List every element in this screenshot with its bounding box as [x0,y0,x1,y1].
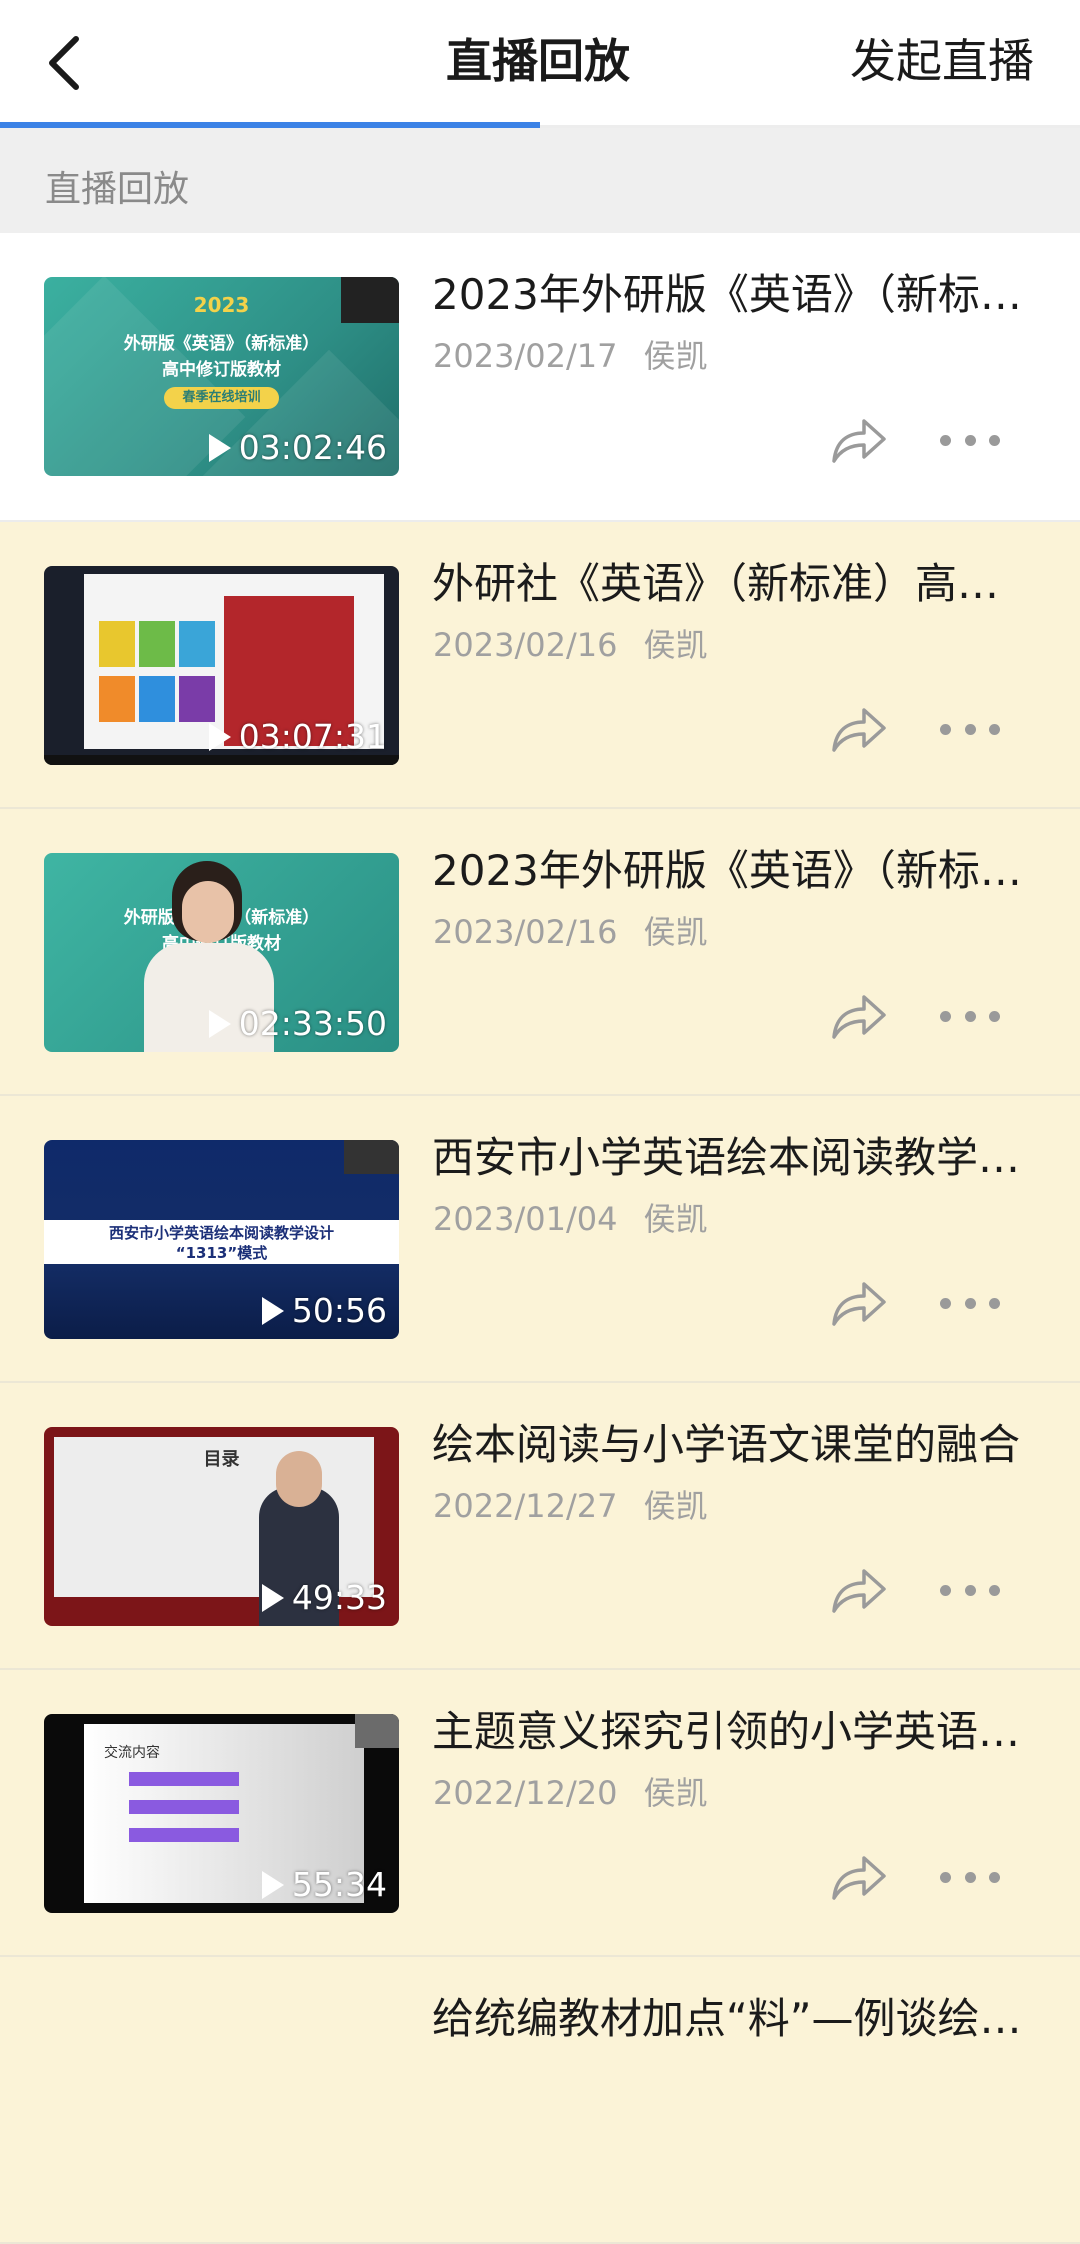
video-title: 外研社《英语》（新标准）高中修订版教材培训 [432,559,1032,608]
more-options-button[interactable] [940,718,1000,740]
video-title: 主题意义探究引领的小学英语绘本教学 [432,1707,1032,1756]
duration-badge: 50:56 [261,1289,387,1333]
more-icon [940,1010,951,1022]
more-options-button[interactable] [940,1579,1000,1601]
more-options-button[interactable] [940,1866,1000,1888]
share-icon [832,1569,886,1613]
share-icon [832,1856,886,1900]
video-title: 给统编教材加点“料”—例谈绘本阅读 [432,1994,1032,2043]
more-icon [940,434,951,446]
duration-badge: 03:07:31 [208,715,387,759]
start-live-button[interactable]: 发起直播 [850,28,1034,94]
video-thumbnail[interactable]: 2023 外研版《英语》（新标准） 高中修订版教材 春季在线培训 03:02:4… [44,277,399,476]
video-title: 2023年外研版《英语》（新标准）高中修订版教材春季在线培训 [432,270,1032,319]
duration-badge: 02:33:50 [208,1002,387,1046]
video-thumbnail[interactable]: 03:07:31 [44,566,399,765]
more-icon [940,1297,951,1309]
video-meta: 2023/02/16 侯凯 [433,913,708,951]
replay-list: 2023 外研版《英语》（新标准） 高中修订版教材 春季在线培训 03:02:4… [0,233,1080,2244]
more-icon [940,1584,951,1596]
more-options-button[interactable] [940,429,1000,451]
video-thumbnail[interactable]: 外研版《英语》（新标准） 高中修订版教材 02:33:50 [44,853,399,1052]
video-meta: 2022/12/27 侯凯 [433,1487,708,1525]
play-icon [208,434,231,462]
share-button[interactable] [828,700,890,756]
share-button[interactable] [828,1274,890,1330]
video-title: 绘本阅读与小学语文课堂的融合 [432,1420,1021,1469]
section-header: 直播回放 [0,128,1080,233]
share-button[interactable] [828,1848,890,1904]
list-item[interactable]: 外研版《英语》（新标准） 高中修订版教材 02:33:50 2023年外研版《英… [0,809,1080,1096]
more-icon [940,723,951,735]
list-item[interactable]: 给统编教材加点“料”—例谈绘本阅读 [0,1957,1080,2244]
video-meta: 2023/02/16 侯凯 [433,626,708,664]
video-title: 2023年外研版《英语》（新标准）高中修订版教材 [432,846,1032,895]
video-meta: 2023/01/04 侯凯 [433,1200,708,1238]
more-options-button[interactable] [940,1292,1000,1314]
section-label: 直播回放 [45,169,190,210]
list-item[interactable]: 目录 49:33 绘本阅读与小学语文课堂的融合 2022/12/27 侯凯 [0,1383,1080,1670]
duration-badge: 55:34 [261,1863,387,1907]
video-meta: 2022/12/20 侯凯 [433,1774,708,1812]
more-icon [940,1871,951,1883]
share-icon [832,995,886,1039]
share-button[interactable] [828,411,890,467]
list-item[interactable]: 03:07:31 外研社《英语》（新标准）高中修订版教材培训 2023/02/1… [0,522,1080,809]
share-icon [832,708,886,752]
video-meta: 2023/02/17 侯凯 [433,337,708,375]
list-item[interactable]: 交流内容 55:34 主题意义探究引领的小学英语绘本教学 2022/12/20侯… [0,1670,1080,1957]
video-thumbnail[interactable]: 西安市小学英语绘本阅读教学设计 “1313”模式 50:56 [44,1140,399,1339]
more-options-button[interactable] [940,1005,1000,1027]
share-button[interactable] [828,987,890,1043]
share-icon [832,419,886,463]
list-item[interactable]: 西安市小学英语绘本阅读教学设计 “1313”模式 50:56 西安市小学英语绘本… [0,1096,1080,1383]
duration-badge: 03:02:46 [208,426,387,470]
share-button[interactable] [828,1561,890,1617]
duration-badge: 49:33 [261,1576,387,1620]
top-bar: 直播回放 发起直播 [0,0,1080,128]
video-title: 西安市小学英语绘本阅读教学设计“1313”模式 [432,1133,1032,1182]
share-icon [832,1282,886,1326]
list-item[interactable]: 2023 外研版《英语》（新标准） 高中修订版教材 春季在线培训 03:02:4… [0,233,1080,522]
video-thumbnail[interactable]: 目录 49:33 [44,1427,399,1626]
video-thumbnail[interactable]: 交流内容 55:34 [44,1714,399,1913]
